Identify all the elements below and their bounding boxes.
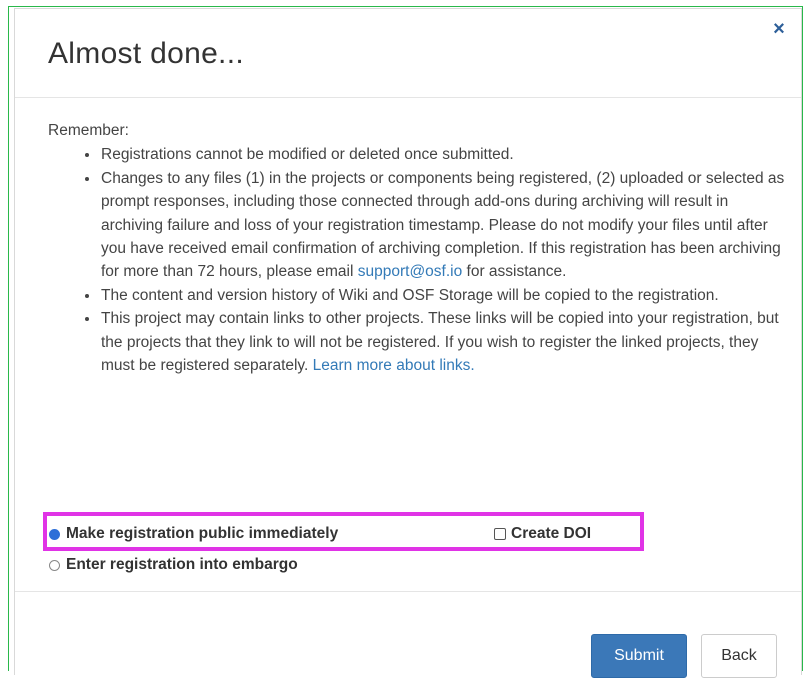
registration-modal: Almost done... × Remember: Registrations… <box>14 8 802 678</box>
close-icon[interactable]: × <box>769 19 789 39</box>
bullet-text: Registrations cannot be modified or dele… <box>101 146 514 164</box>
bullet-item: The content and version history of Wiki … <box>100 284 788 307</box>
support-email-link[interactable]: support@osf.io <box>358 263 462 280</box>
create-doi-option[interactable]: Create DOI <box>494 525 591 543</box>
doi-label: Create DOI <box>511 525 592 542</box>
public-immediately-option[interactable]: Make registration public immediately <box>49 525 338 543</box>
bullet-item: Registrations cannot be modified or dele… <box>100 143 788 166</box>
registration-options: Make registration public immediately Cre… <box>43 517 643 573</box>
modal-body: Remember: Registrations cannot be modifi… <box>48 119 788 377</box>
submit-button[interactable]: Submit <box>591 634 687 678</box>
embargo-label: Enter registration into embargo <box>66 556 298 573</box>
modal-footer: Submit Back <box>15 591 801 678</box>
modal-title: Almost done... <box>48 37 244 70</box>
learn-more-links-link[interactable]: Learn more about links. <box>313 357 475 374</box>
bullet-item: This project may contain links to other … <box>100 307 788 377</box>
doi-checkbox[interactable] <box>494 528 506 540</box>
public-label: Make registration public immediately <box>66 525 339 542</box>
back-button[interactable]: Back <box>701 634 777 678</box>
embargo-radio[interactable] <box>49 559 60 571</box>
bullet-text-suffix: for assistance. <box>462 263 567 281</box>
public-radio[interactable] <box>49 528 60 540</box>
bullet-list: Registrations cannot be modified or dele… <box>48 143 788 377</box>
embargo-option[interactable]: Enter registration into embargo <box>49 556 298 574</box>
bullet-text: The content and version history of Wiki … <box>101 286 719 304</box>
bullet-item: Changes to any files (1) in the projects… <box>100 167 788 284</box>
remember-label: Remember: <box>48 122 129 139</box>
modal-header: Almost done... × <box>15 9 801 98</box>
